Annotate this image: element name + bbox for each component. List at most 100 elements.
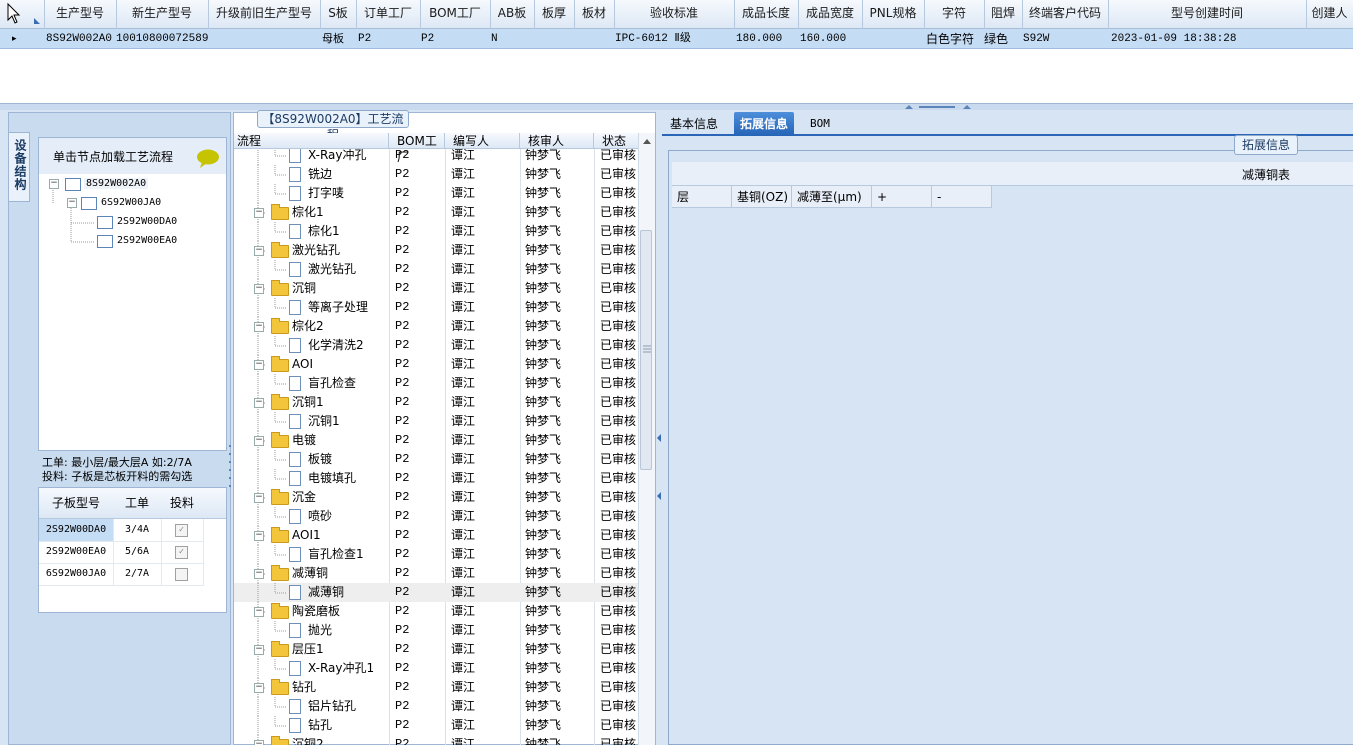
cell-status[interactable]: 已审核: [600, 640, 638, 659]
cell-writer[interactable]: 谭江: [451, 583, 517, 602]
table-row[interactable]: 铣边 P2 谭江 钟梦飞 已审核: [234, 165, 638, 184]
cell-writer[interactable]: 谭江: [451, 393, 517, 412]
cell-reviewer[interactable]: 钟梦飞: [525, 165, 591, 184]
cell-status[interactable]: 已审核: [600, 526, 638, 545]
cell-reviewer[interactable]: 钟梦飞: [525, 545, 591, 564]
cell-bom-factory[interactable]: P2: [395, 203, 443, 222]
cell-sub-model[interactable]: 2S92W00DA0: [39, 519, 114, 542]
cell-status[interactable]: 已审核: [600, 355, 638, 374]
cell-reviewer[interactable]: 钟梦飞: [525, 393, 591, 412]
cell-reviewer[interactable]: 钟梦飞: [525, 355, 591, 374]
cell-reviewer[interactable]: 钟梦飞: [525, 659, 591, 678]
scrollbar-thumb[interactable]: [640, 230, 652, 470]
table-row[interactable]: − 棕化1 P2 谭江 钟梦飞 已审核: [234, 203, 638, 222]
cell-status[interactable]: 已审核: [600, 298, 638, 317]
cell-flow[interactable]: 减薄铜: [292, 564, 389, 583]
col-thin-to[interactable]: 减薄至(μm): [792, 186, 872, 208]
tree-node-2S92W00DA0[interactable]: 2S92W00DA0: [117, 216, 177, 227]
cell-bom-factory[interactable]: P2: [395, 659, 443, 678]
cell-reviewer[interactable]: 钟梦飞: [525, 621, 591, 640]
cell-customer-code[interactable]: S92W: [1023, 29, 1103, 49]
cell-flow[interactable]: AOI1: [292, 526, 389, 545]
col-order-factory[interactable]: 订单工厂: [356, 0, 421, 29]
table-row[interactable]: − 陶瓷磨板 P2 谭江 钟梦飞 已审核: [234, 602, 638, 621]
cell-bom-factory[interactable]: P2: [395, 469, 443, 488]
cell-status[interactable]: 已审核: [600, 621, 638, 640]
cell-bom-factory[interactable]: P2: [395, 412, 443, 431]
cell-status[interactable]: 已审核: [600, 412, 638, 431]
cell-writer[interactable]: 谭江: [451, 488, 517, 507]
cell-writer[interactable]: 谭江: [451, 260, 517, 279]
cell-reviewer[interactable]: 钟梦飞: [525, 583, 591, 602]
cell-reviewer[interactable]: 钟梦飞: [525, 488, 591, 507]
cell-bom-factory[interactable]: P2: [395, 602, 443, 621]
table-row[interactable]: − 电镀 P2 谭江 钟梦飞 已审核: [234, 431, 638, 450]
tab-device-structure[interactable]: 设备结构: [8, 132, 30, 202]
cell-writer[interactable]: 谭江: [451, 431, 517, 450]
col-material[interactable]: 板材: [574, 0, 615, 29]
cell-status[interactable]: 已审核: [600, 716, 638, 735]
cell-width[interactable]: 160.000: [800, 29, 860, 49]
collapse-icon[interactable]: −: [254, 569, 264, 579]
cell-writer[interactable]: 谭江: [451, 659, 517, 678]
table-row[interactable]: 电镀填孔 P2 谭江 钟梦飞 已审核: [234, 469, 638, 488]
cell-bom-factory[interactable]: P2: [395, 298, 443, 317]
cell-flow[interactable]: 激光钻孔: [308, 260, 389, 279]
cell-status[interactable]: 已审核: [600, 564, 638, 583]
cell-writer[interactable]: 谭江: [451, 564, 517, 583]
col-old-production-model[interactable]: 升级前旧生产型号: [208, 0, 321, 29]
cell-writer[interactable]: 谭江: [451, 450, 517, 469]
cell-bom-factory[interactable]: P2: [395, 165, 443, 184]
cell-flow[interactable]: 棕化1: [308, 222, 389, 241]
cell-bom-factory[interactable]: P2: [395, 450, 443, 469]
feed-checkbox-checked[interactable]: ✓: [175, 546, 188, 559]
table-row[interactable]: 抛光 P2 谭江 钟梦飞 已审核: [234, 621, 638, 640]
cell-writer[interactable]: 谭江: [451, 716, 517, 735]
collapse-icon[interactable]: −: [254, 531, 264, 541]
cell-reviewer[interactable]: 钟梦飞: [525, 298, 591, 317]
cell-status[interactable]: 已审核: [600, 469, 638, 488]
col-width[interactable]: 成品宽度: [798, 0, 863, 29]
cell-flow[interactable]: 沉金: [292, 488, 389, 507]
table-row[interactable]: − 沉铜 P2 谭江 钟梦飞 已审核: [234, 279, 638, 298]
cell-status[interactable]: 已审核: [600, 450, 638, 469]
cell-bom-factory[interactable]: P2: [395, 355, 443, 374]
collapse-icon[interactable]: −: [254, 436, 264, 446]
col-create-time[interactable]: 型号创建时间: [1108, 0, 1307, 29]
collapse-icon[interactable]: −: [254, 322, 264, 332]
cell-flow[interactable]: 沉铜1: [308, 412, 389, 431]
collapse-icon[interactable]: −: [254, 246, 264, 256]
table-row[interactable]: − 层压1 P2 谭江 钟梦飞 已审核: [234, 640, 638, 659]
cell-reviewer[interactable]: 钟梦飞: [525, 564, 591, 583]
cell-order[interactable]: 2/7A: [113, 563, 162, 586]
cell-ab-board[interactable]: N: [491, 29, 531, 49]
cell-bom-factory[interactable]: P2: [395, 184, 443, 203]
cell-bom-factory[interactable]: P2: [395, 697, 443, 716]
cell-flow[interactable]: 喷砂: [308, 507, 389, 526]
table-row[interactable]: − AOI1 P2 谭江 钟梦飞 已审核: [234, 526, 638, 545]
cell-flow[interactable]: X-Ray冲孔1: [308, 659, 389, 678]
table-row[interactable]: X-Ray冲孔 P2 谭江 钟梦飞 已审核: [234, 149, 638, 165]
cell-flow[interactable]: 盲孔检查1: [308, 545, 389, 564]
cell-bom-factory[interactable]: P2: [395, 716, 443, 735]
table-row[interactable]: 棕化1 P2 谭江 钟梦飞 已审核: [234, 222, 638, 241]
add-row-button[interactable]: +: [872, 186, 932, 208]
cell-order-factory[interactable]: P2: [358, 29, 418, 49]
col-customer-code[interactable]: 终端客户代码: [1022, 0, 1109, 29]
cell-order[interactable]: 3/4A: [113, 519, 162, 542]
cell-sub-model[interactable]: 2S92W00EA0: [39, 541, 114, 564]
cell-flow[interactable]: 钻孔: [292, 678, 389, 697]
table-row[interactable]: X-Ray冲孔1 P2 谭江 钟梦飞 已审核: [234, 659, 638, 678]
cell-flow[interactable]: 打字唛: [308, 184, 389, 203]
cell-reviewer[interactable]: 钟梦飞: [525, 678, 591, 697]
cell-character[interactable]: 白色字符: [926, 29, 982, 49]
cell-reviewer[interactable]: 钟梦飞: [525, 279, 591, 298]
col-base-copper[interactable]: 基铜(OZ): [732, 186, 792, 208]
cell-flow[interactable]: AOI: [292, 355, 389, 374]
cell-bom-factory[interactable]: P2: [395, 564, 443, 583]
cell-writer[interactable]: 谭江: [451, 526, 517, 545]
col-writer[interactable]: 编写人: [445, 133, 520, 149]
cell-status[interactable]: 已审核: [600, 507, 638, 526]
table-row[interactable]: − 沉铜1 P2 谭江 钟梦飞 已审核: [234, 393, 638, 412]
cell-bom-factory[interactable]: P2: [395, 374, 443, 393]
